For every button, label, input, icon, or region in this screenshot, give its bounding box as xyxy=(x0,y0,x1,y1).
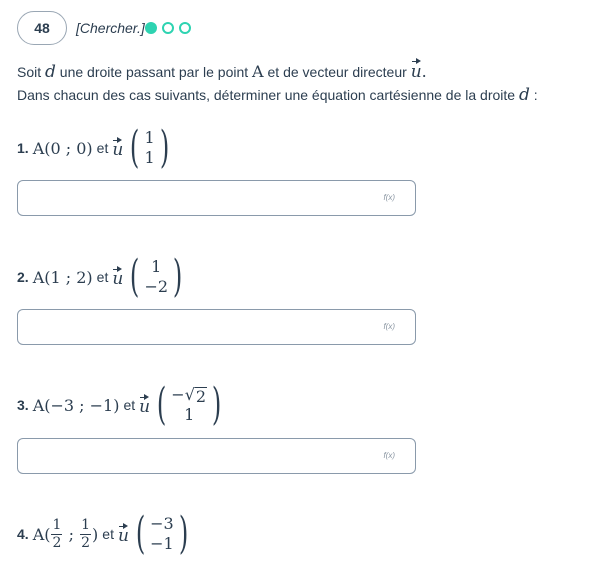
statement-line-2: Dans chacun des cas suivants, déterminer… xyxy=(17,85,538,105)
formula-icon[interactable]: f(x) xyxy=(383,193,395,202)
question-number: 3. xyxy=(17,397,29,413)
point-label: A(1 ; 2) xyxy=(32,267,93,287)
fraction: 12 xyxy=(51,516,63,551)
statement-line-1: Soit d une droite passant par le point A… xyxy=(17,58,538,84)
vector-u: u xyxy=(118,522,129,546)
progress-dot-empty xyxy=(178,22,191,34)
exercise-statement: Soit d une droite passant par le point A… xyxy=(17,58,538,107)
vector-components: ( − √ 2 1 ) xyxy=(156,379,222,430)
vector-u: u xyxy=(112,265,123,289)
question-number: 1. xyxy=(17,140,29,156)
question-3: 3. A(−3 ; −1) et u ( − √ 2 1 ) xyxy=(17,383,225,427)
negative-sqrt-component: − √ 2 xyxy=(171,385,208,406)
vector-components: ( −3 −1 ) xyxy=(135,508,189,559)
point-label: A(0 ; 0) xyxy=(32,138,93,158)
fraction: 12 xyxy=(80,516,92,551)
vector-u: u xyxy=(112,136,123,160)
formula-icon[interactable]: f(x) xyxy=(383,451,395,460)
question-number: 2. xyxy=(17,269,29,285)
exercise-header: 48 [Chercher.] xyxy=(17,11,191,45)
vector-u: u xyxy=(411,58,422,84)
vector-components: ( 1 −2 ) xyxy=(130,251,183,302)
answer-input-3[interactable]: f(x) xyxy=(17,438,416,474)
question-number: 4. xyxy=(17,526,29,542)
formula-icon[interactable]: f(x) xyxy=(383,322,395,331)
vector-components: ( 11 ) xyxy=(130,122,169,173)
answer-input-1[interactable]: f(x) xyxy=(17,180,416,216)
question-4: 4. A( 12 ; 12 ) et u ( −3 −1 ) xyxy=(17,512,192,556)
question-2: 2. A(1 ; 2) et u ( 1 −2 ) xyxy=(17,255,186,299)
vector-u: u xyxy=(139,393,150,417)
answer-input-2[interactable]: f(x) xyxy=(17,309,416,345)
exercise-tag: [Chercher.] xyxy=(76,20,145,36)
question-1: 1. A(0 ; 0) et u ( 11 ) xyxy=(17,126,173,170)
progress-dot-filled xyxy=(144,22,157,34)
exercise-number-badge: 48 xyxy=(17,11,67,45)
progress-dot-empty xyxy=(161,22,174,34)
point-label: A(−3 ; −1) xyxy=(32,395,120,415)
